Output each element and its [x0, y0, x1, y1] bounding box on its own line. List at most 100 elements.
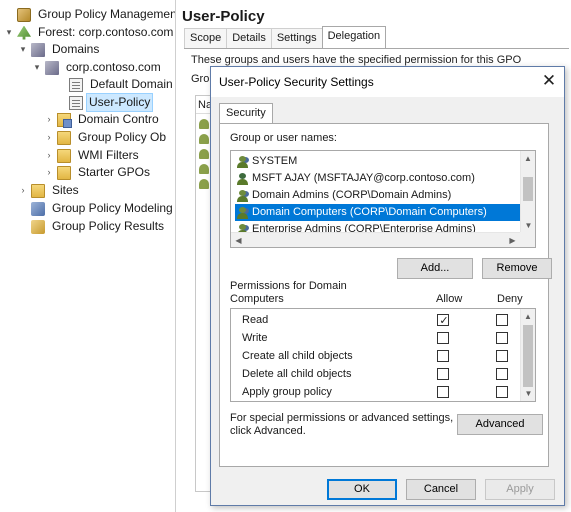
expand-icon[interactable]: › — [44, 129, 54, 146]
tree-item-group-policy-modeling[interactable]: Group Policy Modeling — [18, 200, 175, 217]
tree-item-label: Group Policy Ob — [78, 130, 167, 144]
allow-checkbox[interactable] — [437, 312, 450, 330]
tree-item-default-domain[interactable]: Default Domain — [56, 76, 175, 93]
close-icon[interactable]: ✕ — [534, 67, 564, 97]
scroll-thumb[interactable] — [523, 325, 533, 387]
tree-item-domains[interactable]: ▾ Domains — [18, 41, 103, 58]
advanced-button[interactable]: Advanced — [457, 414, 543, 435]
allow-checkbox[interactable] — [437, 350, 449, 362]
tree-item-sites[interactable]: › Sites — [18, 182, 83, 199]
permission-row: Apply group policy — [231, 383, 521, 401]
folder-icon — [57, 130, 71, 145]
cancel-button[interactable]: Cancel — [406, 479, 476, 500]
tree-item-label: Default Domain — [90, 77, 173, 91]
allow-checkbox[interactable] — [437, 368, 449, 380]
scroll-right-icon[interactable]: ▶ — [505, 233, 520, 247]
special-permissions-text-2: click Advanced. — [230, 425, 306, 437]
allow-checkbox[interactable] — [437, 332, 449, 344]
apply-button[interactable]: Apply — [485, 479, 555, 500]
dialog-tabs: Security — [219, 103, 273, 123]
group-icon — [237, 155, 249, 168]
tree-item-corp-contoso[interactable]: ▾ corp.contoso.com — [32, 59, 165, 76]
security-tab-body: Group or user names: Enterprise Admins (… — [219, 123, 552, 467]
scroll-up-icon[interactable]: ▲ — [521, 309, 535, 324]
tree-item-wmi-filters[interactable]: › WMI Filters — [44, 147, 143, 164]
panel-tabs: Scope Details Settings Delegation — [184, 26, 387, 48]
permission-name: Read — [242, 314, 269, 326]
scroll-down-icon[interactable]: ▼ — [521, 386, 535, 401]
ou-icon — [57, 112, 72, 128]
permissions-vertical-scrollbar[interactable]: ▲ ▼ — [520, 309, 535, 401]
tree-item-label: Domains — [52, 42, 100, 56]
deny-checkbox[interactable] — [496, 350, 508, 362]
group-icon — [237, 206, 249, 219]
allow-column-header: Allow — [436, 293, 463, 305]
tree-item-domain-controllers[interactable]: › Domain Contro — [44, 111, 163, 128]
folder-icon — [57, 148, 71, 163]
tree-item-group-policy-objects[interactable]: › Group Policy Ob — [44, 129, 170, 146]
principals-horizontal-scrollbar[interactable]: ◀ ▶ — [231, 232, 520, 247]
permission-row: Read — [231, 311, 521, 330]
tree-item-label: Starter GPOs — [78, 165, 151, 179]
expand-icon[interactable]: › — [44, 111, 54, 128]
scroll-down-icon[interactable]: ▼ — [521, 218, 535, 233]
tab-security[interactable]: Security — [219, 103, 273, 123]
deny-column-header: Deny — [497, 293, 523, 305]
deny-checkbox[interactable] — [496, 332, 508, 344]
gpm-icon — [17, 7, 31, 22]
ok-button[interactable]: OK — [327, 479, 397, 500]
sites-icon — [31, 183, 45, 198]
scroll-left-icon[interactable]: ◀ — [231, 233, 246, 247]
modeling-icon — [31, 201, 45, 216]
principal-row[interactable]: Domain Admins (CORP\Domain Admins) — [235, 187, 520, 204]
allow-checkbox[interactable] — [437, 386, 449, 398]
expand-icon[interactable]: › — [18, 182, 28, 199]
principal-row[interactable]: MSFT AJAY (MSFTAJAY@corp.contoso.com) — [235, 170, 520, 187]
permissions-label: Permissions for Domain — [230, 280, 347, 292]
collapse-icon[interactable]: ▾ — [32, 59, 42, 76]
tree-item-label: Group Policy Management — [38, 7, 176, 21]
domain-icon — [45, 60, 59, 75]
expand-icon[interactable]: › — [44, 164, 54, 181]
navigation-tree: Group Policy Management ▾ Forest: corp.con… — [0, 0, 176, 512]
dialog-title: User-Policy Security Settings — [219, 75, 374, 89]
principal-row[interactable]: Domain Computers (CORP\Domain Computers) — [235, 204, 520, 221]
scroll-thumb[interactable] — [523, 177, 533, 201]
add-button[interactable]: Add... — [397, 258, 473, 279]
tab-delegation[interactable]: Delegation — [321, 26, 387, 48]
tree-item-user-policy[interactable]: User-Policy — [56, 93, 154, 112]
collapse-icon[interactable]: ▾ — [4, 24, 14, 41]
tree-item-group-policy-management[interactable]: Group Policy Management — [4, 6, 176, 23]
principals-vertical-scrollbar[interactable]: ▲ ▼ — [520, 151, 535, 233]
tree-item-starter-gpos[interactable]: › Starter GPOs — [44, 164, 154, 181]
principal-name: Domain Admins (CORP\Domain Admins) — [252, 189, 452, 201]
permissions-label-principal: Computers — [230, 293, 284, 305]
group-icon — [199, 164, 209, 174]
gpo-link-icon — [69, 77, 83, 92]
domains-icon — [31, 42, 45, 57]
group-icon — [199, 119, 209, 129]
collapse-icon[interactable]: ▾ — [18, 41, 28, 58]
tab-details[interactable]: Details — [226, 28, 272, 48]
security-settings-dialog: User-Policy Security Settings ✕ Security… — [210, 66, 565, 506]
gpm-window: Group Policy Management ▾ Forest: corp.con… — [0, 0, 571, 512]
remove-button[interactable]: Remove — [482, 258, 552, 279]
deny-checkbox[interactable] — [496, 314, 508, 326]
permission-name: Write — [242, 332, 268, 344]
group-icon — [237, 189, 249, 202]
deny-checkbox[interactable] — [496, 368, 508, 380]
tab-scope[interactable]: Scope — [184, 28, 228, 48]
principal-row[interactable]: SYSTEM — [235, 153, 520, 170]
tree-item-group-policy-results[interactable]: Group Policy Results — [18, 218, 168, 235]
dialog-titlebar[interactable]: User-Policy Security Settings ✕ — [211, 67, 564, 97]
expand-icon[interactable]: › — [44, 147, 54, 164]
deny-checkbox[interactable] — [496, 386, 508, 398]
principals-list[interactable]: Enterprise Admins (CORP\Enterprise Admin… — [230, 150, 536, 248]
delegation-description: These groups and users have the specifie… — [191, 54, 522, 66]
special-permissions-text: For special permissions or advanced sett… — [230, 412, 454, 424]
scroll-up-icon[interactable]: ▲ — [521, 151, 535, 166]
tree-item-forest[interactable]: ▾ Forest: corp.contoso.com — [4, 24, 175, 41]
tab-settings[interactable]: Settings — [270, 28, 323, 48]
permission-name: Apply group policy — [242, 386, 332, 398]
group-icon — [199, 134, 209, 144]
